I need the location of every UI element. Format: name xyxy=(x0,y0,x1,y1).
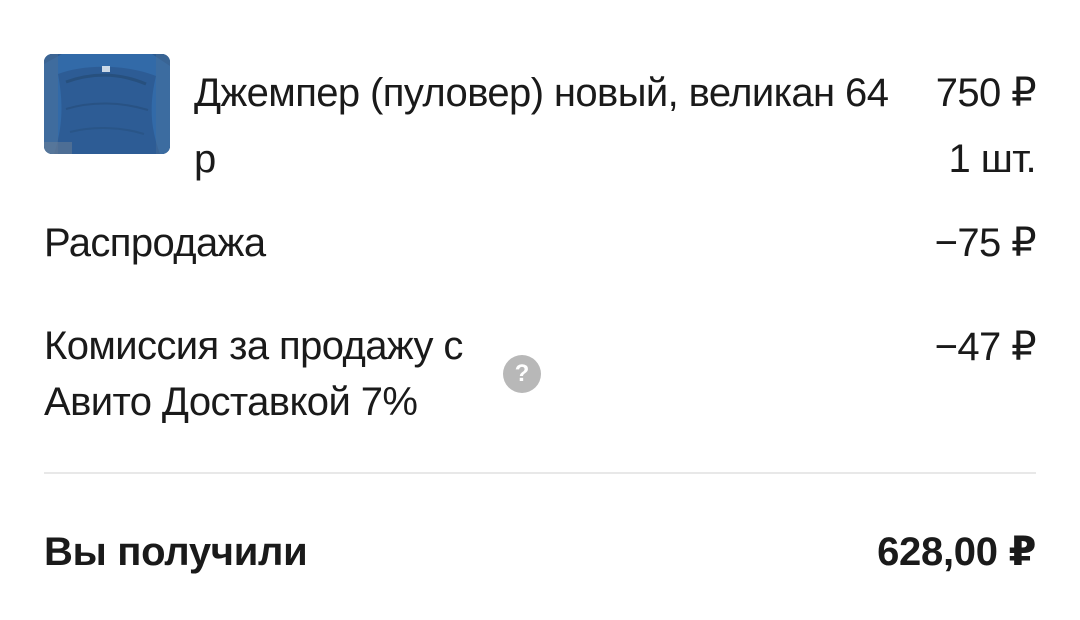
product-price: 750 ₽ xyxy=(935,71,1037,115)
sale-value: −75 ₽ xyxy=(934,221,1037,265)
order-item-row[interactable]: Джемпер (пуловер) новый, великан 64 р 75… xyxy=(44,52,1037,181)
commission-row: Комиссия за продажу с Авито Доставкой 7%… xyxy=(44,318,1037,438)
commission-label: Комиссия за продажу с Авито Доставкой 7% xyxy=(44,324,463,424)
product-title[interactable]: Джемпер (пуловер) новый, великан 64 р xyxy=(194,60,914,192)
product-thumbnail[interactable] xyxy=(44,54,170,154)
sale-discount-row: Распродажа −75 ₽ xyxy=(44,214,1037,274)
total-value: 628,00 ₽ xyxy=(877,530,1036,574)
sale-label: Распродажа xyxy=(44,221,266,265)
commission-value: −47 ₽ xyxy=(934,325,1037,369)
summary-divider xyxy=(44,472,1036,474)
question-mark-icon[interactable]: ? xyxy=(503,355,541,393)
sweater-image-icon xyxy=(44,54,170,154)
product-quantity: 1 шт. xyxy=(948,137,1037,181)
total-label: Вы получили xyxy=(44,530,308,574)
total-row: Вы получили 628,00 ₽ xyxy=(44,520,1036,584)
